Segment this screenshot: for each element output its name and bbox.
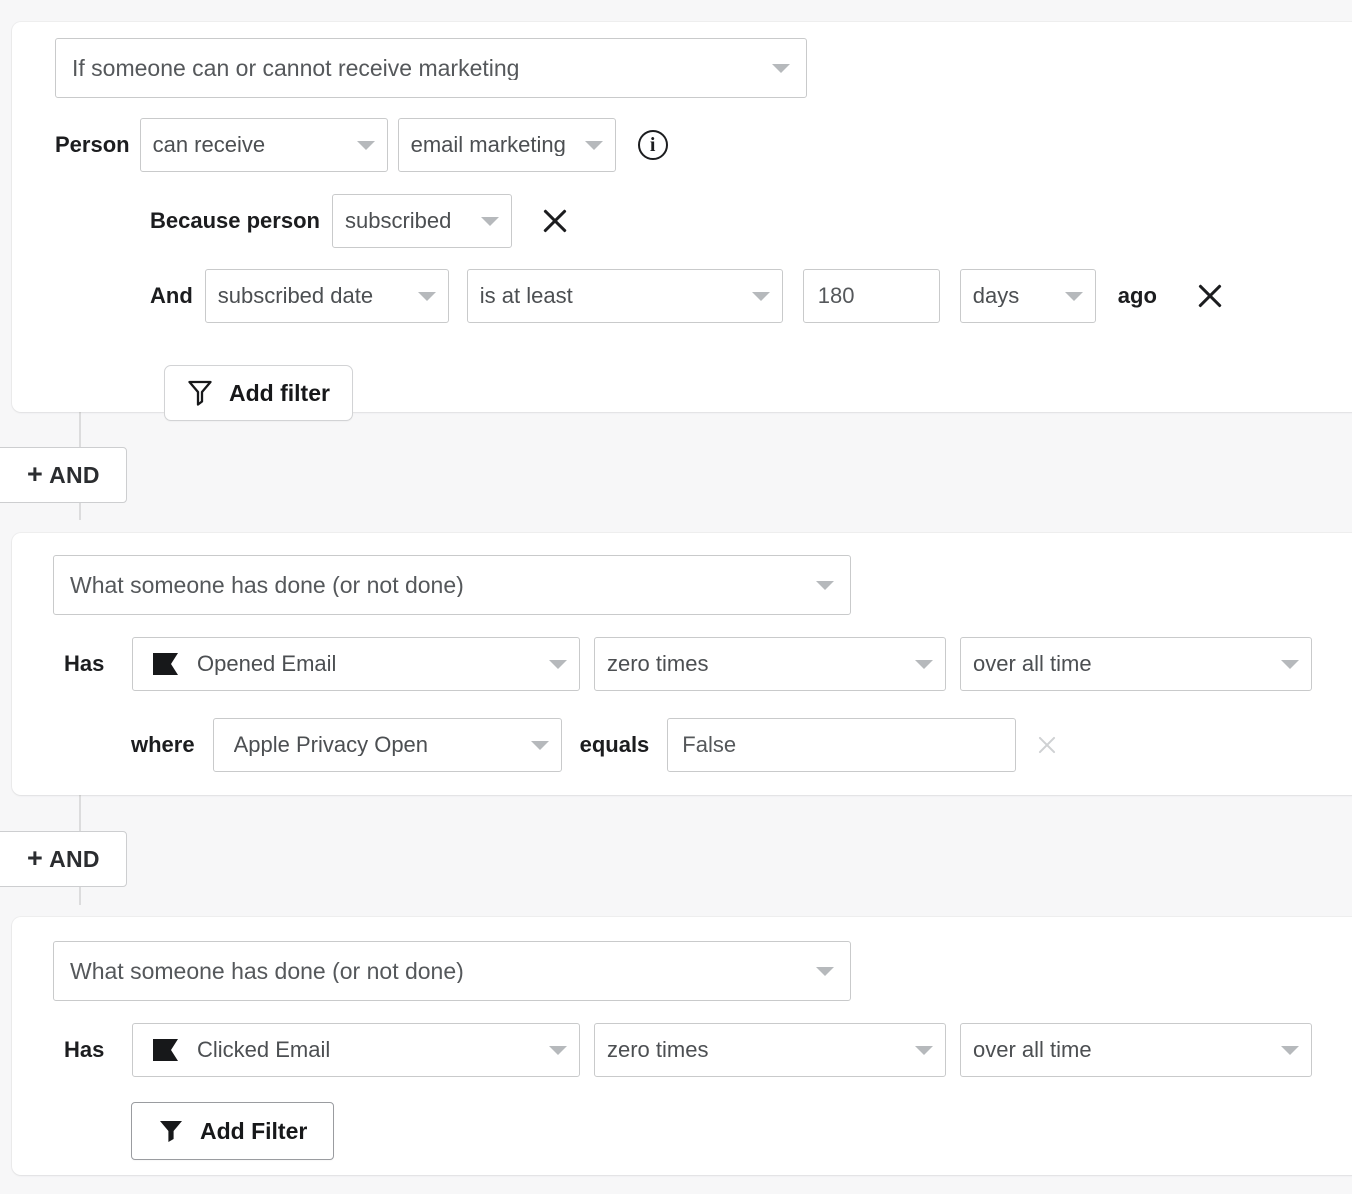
chevron-down-icon xyxy=(585,141,603,150)
where-row-1: where Apple Privacy Open equals xyxy=(131,718,1060,772)
can-receive-value: can receive xyxy=(153,134,347,156)
chevron-down-icon xyxy=(915,1046,933,1055)
condition-type-select-3[interactable]: What someone has done (or not done) xyxy=(53,941,851,1001)
chevron-down-icon xyxy=(752,292,770,301)
add-filter-button-1[interactable]: Add filter xyxy=(164,365,353,421)
segment-builder: If someone can or cannot receive marketi… xyxy=(0,0,1352,1194)
frequency-select-2[interactable]: zero times xyxy=(594,1023,946,1077)
channel-select[interactable]: email marketing xyxy=(398,118,616,172)
chevron-down-icon xyxy=(772,64,790,73)
frequency-value-2: zero times xyxy=(607,1039,905,1061)
date-unit-value: days xyxy=(973,285,1057,307)
funnel-outline-icon xyxy=(187,379,213,407)
person-row-label: Person xyxy=(55,132,130,158)
and-label-1: AND xyxy=(49,462,100,489)
because-person-value: subscribed xyxy=(345,210,473,232)
funnel-solid-icon xyxy=(158,1118,184,1144)
can-receive-select[interactable]: can receive xyxy=(140,118,388,172)
date-amount-input[interactable] xyxy=(803,269,940,323)
frequency-value-1: zero times xyxy=(607,653,905,675)
chevron-down-icon xyxy=(1281,660,1299,669)
property-select[interactable]: Apple Privacy Open xyxy=(213,718,562,772)
remove-date-condition-button[interactable] xyxy=(1193,279,1227,313)
because-person-select[interactable]: subscribed xyxy=(332,194,512,248)
timeframe-select-2[interactable]: over all time xyxy=(960,1023,1312,1077)
subscribed-date-value: subscribed date xyxy=(218,285,410,307)
condition-card-1: If someone can or cannot receive marketi… xyxy=(12,22,1352,412)
channel-value: email marketing xyxy=(411,134,577,156)
add-filter-button-2[interactable]: Add Filter xyxy=(131,1102,334,1160)
chevron-down-icon xyxy=(1065,292,1083,301)
flag-icon xyxy=(151,1037,181,1063)
date-operator-value: is at least xyxy=(480,285,742,307)
chevron-down-icon xyxy=(531,741,549,750)
and-date-row: And subscribed date is at least days ago xyxy=(150,269,1227,323)
chevron-down-icon xyxy=(816,967,834,976)
condition-card-2: What someone has done (or not done) Has … xyxy=(12,533,1352,795)
metric-select-1[interactable]: Opened Email xyxy=(132,637,580,691)
because-person-label: Because person xyxy=(150,208,320,234)
chevron-down-icon xyxy=(481,217,499,226)
condition-card-3: What someone has done (or not done) Has … xyxy=(12,917,1352,1175)
add-filter-label-1: Add filter xyxy=(229,380,330,407)
and-label-2: AND xyxy=(49,846,100,873)
property-value-input[interactable] xyxy=(667,718,1016,772)
chevron-down-icon xyxy=(418,292,436,301)
add-filter-label-2: Add Filter xyxy=(200,1118,307,1145)
add-and-group-button-2[interactable]: + AND xyxy=(0,831,127,887)
metric-value-1: Opened Email xyxy=(197,653,539,675)
date-unit-select[interactable]: days xyxy=(960,269,1096,323)
where-label: where xyxy=(131,732,195,758)
has-row-2: Has Clicked Email zero times over all ti… xyxy=(64,1023,1312,1077)
condition-type-value-3: What someone has done (or not done) xyxy=(70,960,806,983)
and-date-label: And xyxy=(150,283,193,309)
chevron-down-icon xyxy=(357,141,375,150)
person-row: Person can receive email marketing i xyxy=(55,118,668,172)
flag-icon xyxy=(151,651,181,677)
add-and-group-button-1[interactable]: + AND xyxy=(0,447,127,503)
timeframe-value-2: over all time xyxy=(973,1039,1271,1061)
because-person-row: Because person subscribed xyxy=(150,194,572,248)
date-operator-select[interactable]: is at least xyxy=(467,269,783,323)
condition-type-select-1[interactable]: If someone can or cannot receive marketi… xyxy=(55,38,807,98)
timeframe-value-1: over all time xyxy=(973,653,1271,675)
chevron-down-icon xyxy=(549,660,567,669)
has-row-label-1: Has xyxy=(64,651,132,677)
property-value: Apple Privacy Open xyxy=(234,734,521,756)
has-row-label-2: Has xyxy=(64,1037,132,1063)
chevron-down-icon xyxy=(1281,1046,1299,1055)
info-icon[interactable]: i xyxy=(638,130,668,160)
remove-where-condition-button[interactable] xyxy=(1034,732,1060,758)
metric-value-2: Clicked Email xyxy=(197,1039,539,1061)
remove-because-condition-button[interactable] xyxy=(538,204,572,238)
ago-label: ago xyxy=(1118,283,1157,309)
has-row-1: Has Opened Email zero times over all tim… xyxy=(64,637,1312,691)
frequency-select-1[interactable]: zero times xyxy=(594,637,946,691)
metric-select-2[interactable]: Clicked Email xyxy=(132,1023,580,1077)
plus-icon: + xyxy=(27,461,43,488)
chevron-down-icon xyxy=(549,1046,567,1055)
chevron-down-icon xyxy=(915,660,933,669)
subscribed-date-select[interactable]: subscribed date xyxy=(205,269,449,323)
chevron-down-icon xyxy=(816,581,834,590)
equals-label: equals xyxy=(580,732,650,758)
condition-type-value-1: If someone can or cannot receive marketi… xyxy=(72,57,762,80)
condition-type-select-2[interactable]: What someone has done (or not done) xyxy=(53,555,851,615)
condition-type-value-2: What someone has done (or not done) xyxy=(70,574,806,597)
plus-icon: + xyxy=(27,845,43,872)
timeframe-select-1[interactable]: over all time xyxy=(960,637,1312,691)
